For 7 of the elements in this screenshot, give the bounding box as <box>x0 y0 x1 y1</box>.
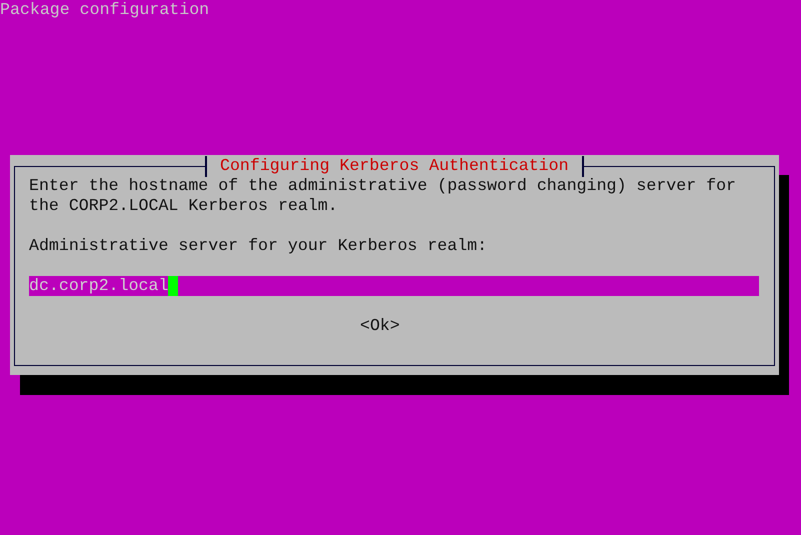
prompt-text: Administrative server for your Kerberos realm: <box>29 236 488 256</box>
description-text: the CORP2.LOCAL Kerberos realm. <box>29 196 338 216</box>
ok-button[interactable]: <Ok> <box>360 316 400 336</box>
hostname-input-field[interactable]: dc.corp2.local <box>29 276 759 296</box>
dialog-title: Configuring Kerberos Authentication <box>205 156 584 177</box>
description-text: Enter the hostname of the administrative (password changing) server for <box>29 176 736 196</box>
screen-title: Package configuration <box>0 0 210 20</box>
